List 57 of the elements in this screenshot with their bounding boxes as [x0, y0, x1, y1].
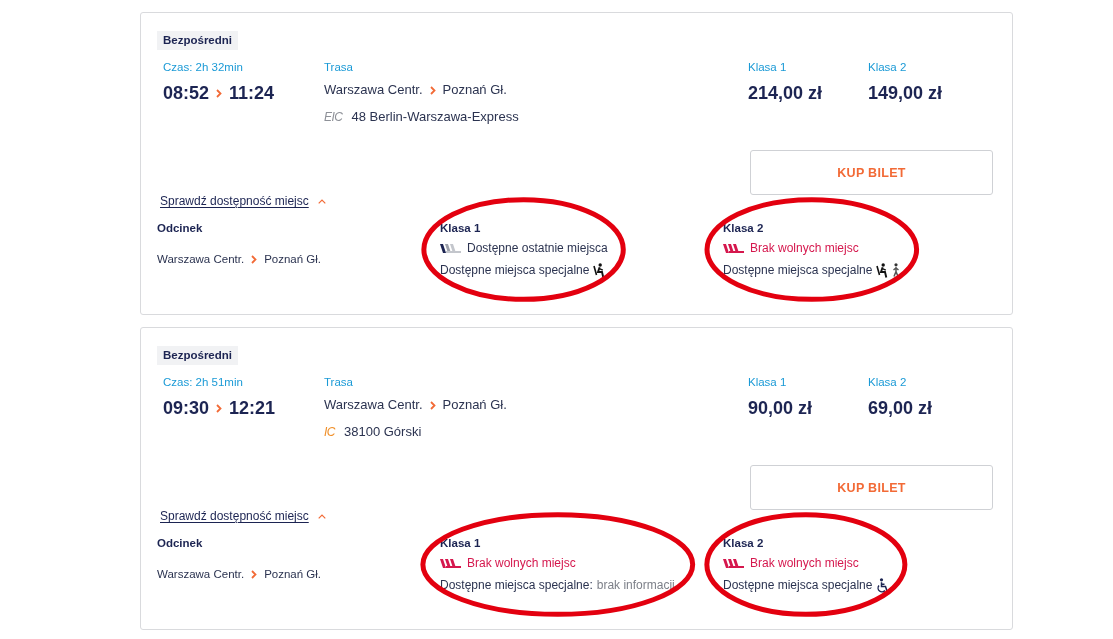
station-name: Warszawa Centr. [157, 567, 245, 582]
class-label: Klasa 2 [868, 375, 907, 390]
special-seats-label: Dostępne miejsca specjalne [723, 578, 873, 592]
arrival-time: 11:24 [229, 82, 275, 104]
departure-time: 08:52 [163, 82, 210, 104]
duration-label: Czas: 2h 51min [163, 375, 243, 390]
availability-status: Brak wolnych miejsc [467, 556, 576, 570]
carrier-logo: IC [324, 425, 335, 439]
special-seats-label: Dostępne miejsca specjalne: [440, 578, 593, 592]
class-label: Klasa 1 [748, 375, 787, 390]
price: 69,00 zł [868, 397, 933, 419]
seat-availability-toggle[interactable]: Sprawdź dostępność miejsc [160, 194, 326, 208]
route-label: Trasa [324, 60, 353, 75]
chevron-right-icon [216, 403, 223, 413]
station-name: Poznań Gł. [264, 252, 322, 267]
arrival-time: 12:21 [229, 397, 276, 419]
class-header: Klasa 2 [723, 536, 764, 550]
seated-person-icon [876, 262, 889, 278]
class-header: Klasa 2 [723, 221, 764, 235]
station-name: Warszawa Centr. [157, 252, 245, 267]
price: 149,00 zł [868, 82, 943, 104]
train-name: 38100 Górski [344, 423, 422, 441]
departure-time: 09:30 [163, 397, 210, 419]
class-header: Klasa 1 [440, 221, 481, 235]
segment-header: Odcinek [157, 221, 203, 235]
route-label: Trasa [324, 375, 353, 390]
chevron-right-icon [251, 254, 258, 264]
special-seats-note: brak informacji [596, 578, 675, 592]
direct-badge: Bezpośredni [157, 31, 238, 50]
station-name: Poznań Gł. [264, 567, 322, 582]
special-seats-label: Dostępne miejsca specjalne [723, 263, 873, 277]
seated-person-icon [593, 262, 606, 278]
class-header: Klasa 1 [440, 536, 481, 550]
station-name: Poznań Gł. [442, 396, 507, 414]
price: 214,00 zł [748, 82, 823, 104]
availability-status: Brak wolnych miejsc [750, 556, 859, 570]
carrier-logo: EIC [324, 110, 343, 124]
direct-badge: Bezpośredni [157, 346, 238, 365]
special-seats-label: Dostępne miejsca specjalne [440, 263, 590, 277]
station-name: Warszawa Centr. [324, 81, 423, 99]
train-name: 48 Berlin-Warszawa-Express [351, 108, 519, 126]
segment-header: Odcinek [157, 536, 203, 550]
availability-status: Dostępne ostatnie miejsca [467, 241, 608, 255]
class-label: Klasa 2 [868, 60, 907, 75]
seat-availability-toggle[interactable]: Sprawdź dostępność miejsc [160, 509, 326, 523]
station-name: Warszawa Centr. [324, 396, 423, 414]
class-label: Klasa 1 [748, 60, 787, 75]
duration-label: Czas: 2h 32min [163, 60, 243, 75]
price: 90,00 zł [748, 397, 813, 419]
station-name: Poznań Gł. [442, 81, 507, 99]
chevron-right-icon [251, 569, 258, 579]
chevron-right-icon [429, 85, 436, 95]
availability-status: Brak wolnych miejsc [750, 241, 859, 255]
wheelchair-icon [876, 577, 890, 593]
standing-person-icon [892, 263, 901, 277]
chevron-right-icon [216, 88, 223, 98]
chevron-right-icon [429, 400, 436, 410]
